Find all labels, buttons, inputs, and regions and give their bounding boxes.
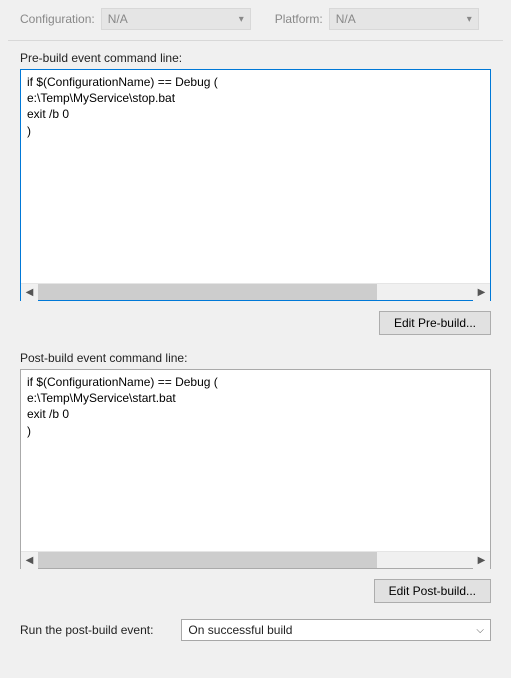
configuration-dropdown: N/A ▾ [101,8,251,30]
prebuild-label: Pre-build event command line: [20,51,491,65]
platform-dropdown: N/A ▾ [329,8,479,30]
configuration-label: Configuration: [20,12,95,26]
postbuild-button-row: Edit Post-build... [0,569,511,609]
prebuild-button-row: Edit Pre-build... [0,301,511,341]
prebuild-textarea-wrap: ◀ ▶ [20,69,491,301]
chevron-down-icon: ⌵ [476,625,484,636]
postbuild-section: Post-build event command line: ◀ ▶ [0,341,511,569]
postbuild-textarea[interactable] [21,370,490,551]
platform-value: N/A [336,12,356,26]
scroll-track[interactable] [38,284,473,300]
postbuild-label: Post-build event command line: [20,351,491,365]
scroll-left-icon[interactable]: ◀ [21,284,38,301]
prebuild-textarea[interactable] [21,70,490,283]
edit-prebuild-button[interactable]: Edit Pre-build... [379,311,491,335]
chevron-down-icon: ▾ [239,14,244,25]
scroll-right-icon[interactable]: ▶ [473,284,490,301]
run-event-label: Run the post-build event: [20,623,153,637]
top-config-row: Configuration: N/A ▾ Platform: N/A ▾ [0,0,511,40]
edit-postbuild-button[interactable]: Edit Post-build... [374,579,491,603]
scroll-thumb[interactable] [38,284,377,300]
run-event-value: On successful build [188,623,292,637]
run-event-select[interactable]: On successful build ⌵ [181,619,491,641]
prebuild-section: Pre-build event command line: ◀ ▶ [0,41,511,301]
chevron-down-icon: ▾ [467,14,472,25]
configuration-value: N/A [108,12,128,26]
run-event-row: Run the post-build event: On successful … [0,609,511,649]
scroll-thumb[interactable] [38,552,377,568]
horizontal-scrollbar[interactable]: ◀ ▶ [21,551,490,568]
scroll-right-icon[interactable]: ▶ [473,552,490,569]
scroll-left-icon[interactable]: ◀ [21,552,38,569]
platform-label: Platform: [275,12,323,26]
scroll-track[interactable] [38,552,473,568]
horizontal-scrollbar[interactable]: ◀ ▶ [21,283,490,300]
postbuild-textarea-wrap: ◀ ▶ [20,369,491,569]
